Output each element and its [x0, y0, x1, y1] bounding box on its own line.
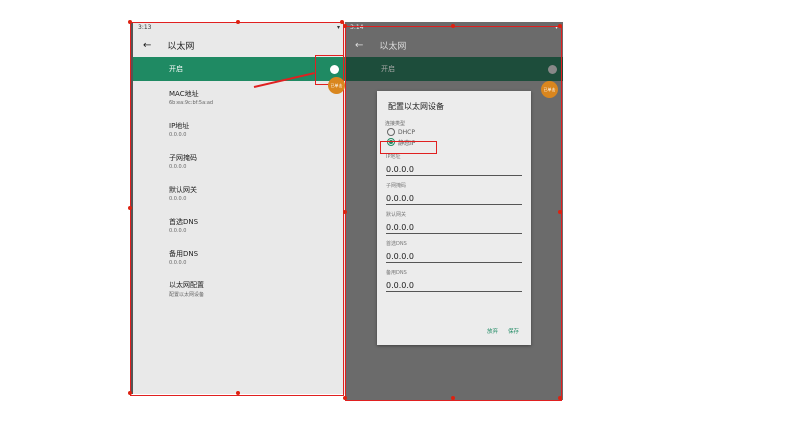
frame-handle — [558, 210, 562, 214]
frame-handle — [236, 391, 240, 395]
frame-handle — [236, 20, 240, 24]
frame-handle — [451, 24, 455, 28]
click-badge: 已单击 — [328, 77, 345, 94]
frame-handle — [343, 396, 347, 400]
screenshot-frame — [130, 22, 344, 396]
static-ip-highlight-box — [380, 141, 437, 154]
frame-handle — [128, 391, 132, 395]
frame-handle — [558, 396, 562, 400]
frame-handle — [128, 206, 132, 210]
screenshot-frame — [345, 26, 562, 401]
frame-handle — [343, 24, 347, 28]
frame-handle — [558, 24, 562, 28]
frame-handle — [128, 20, 132, 24]
click-badge: 已单击 — [541, 81, 558, 98]
frame-handle — [343, 210, 347, 214]
frame-handle — [451, 396, 455, 400]
